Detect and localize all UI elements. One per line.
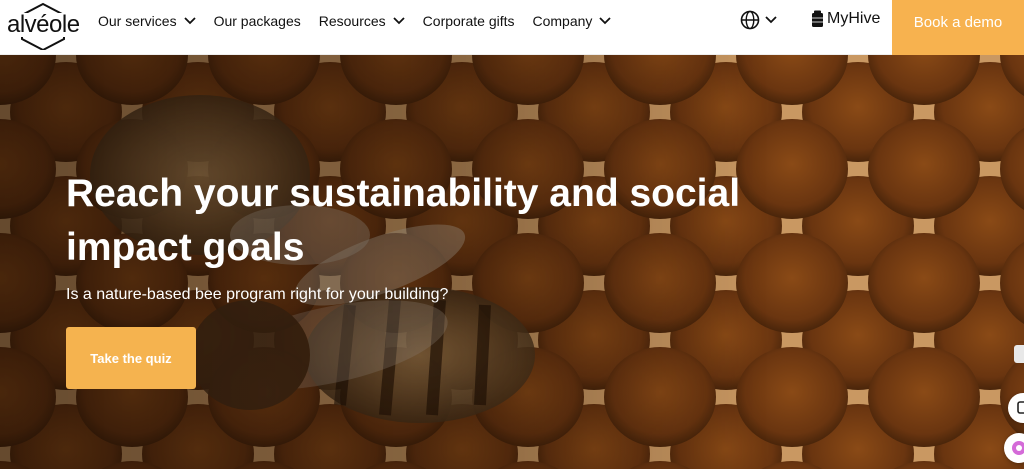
hero-section: Reach your sustainability and social imp…: [0, 55, 1024, 469]
nav-item-our-packages[interactable]: Our packages: [214, 13, 301, 29]
chevron-down-icon: [393, 17, 405, 25]
myhive-link[interactable]: MyHive: [811, 10, 880, 28]
language-selector[interactable]: [740, 10, 777, 30]
alveole-logo[interactable]: alvéole: [6, 2, 81, 50]
book-a-demo-label: Book a demo: [913, 14, 1003, 31]
chevron-down-icon: [599, 17, 612, 25]
globe-icon: [740, 10, 760, 30]
nav-item-label: Our services: [98, 13, 177, 29]
nav-item-label: Company: [532, 13, 593, 29]
take-the-quiz-button[interactable]: Take the quiz: [66, 327, 196, 389]
nav-item-resources[interactable]: Resources: [319, 13, 405, 29]
hero-title: Reach your sustainability and social imp…: [66, 172, 741, 269]
nav-item-corporate-gifts[interactable]: Corporate gifts: [423, 13, 515, 29]
sparkle-icon: [1012, 441, 1024, 455]
main-nav: Our services Our packages Resources Corp…: [98, 0, 629, 42]
nav-item-label: Resources: [318, 13, 386, 29]
chevron-down-icon: [183, 17, 196, 25]
chat-icon: [1017, 401, 1024, 414]
chevron-down-icon: [765, 16, 777, 24]
nav-item-label: Corporate gifts: [422, 13, 515, 29]
chat-widget-button[interactable]: [1008, 393, 1024, 423]
nav-item-company[interactable]: Company: [533, 13, 612, 29]
side-tab-handle[interactable]: [1014, 345, 1024, 363]
myhive-label: MyHive: [827, 10, 881, 27]
hero-subtitle: Is a nature-based bee program right for …: [66, 286, 449, 303]
assistant-widget-button[interactable]: [1004, 433, 1024, 463]
nav-item-label: Our packages: [213, 13, 301, 29]
book-a-demo-button[interactable]: Book a demo: [892, 0, 1024, 55]
beehive-icon: [812, 10, 823, 27]
take-the-quiz-label: Take the quiz: [90, 350, 172, 366]
site-header: alvéole Our services Our packages Resour…: [0, 0, 1024, 55]
logo-text: alvéole: [6, 11, 81, 38]
nav-item-our-services[interactable]: Our services: [98, 13, 196, 29]
